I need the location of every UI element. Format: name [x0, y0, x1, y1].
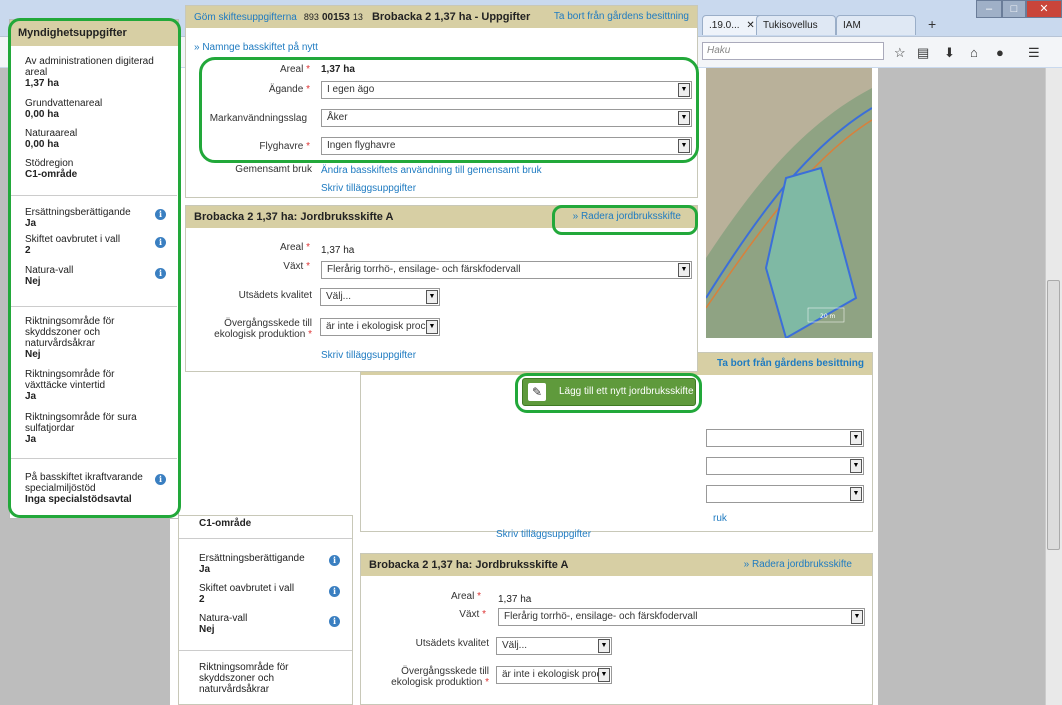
divider: [179, 538, 352, 539]
tab-label: .19.0...: [709, 20, 740, 31]
browser-tab[interactable]: Tukisovellus 1....: [756, 15, 836, 51]
map-scale-label: 20 m: [820, 313, 836, 320]
search-input[interactable]: Haku: [702, 42, 884, 60]
minimize-button[interactable]: –: [976, 0, 1002, 18]
map-image: 20 m: [706, 68, 872, 338]
highlight-fields: [199, 57, 699, 163]
farm-block-title: Brobacka 2 1,37 ha: Jordbruksskifte A: [194, 211, 394, 223]
transition-label: Övergångsskede till ekologisk produktion…: [214, 318, 312, 340]
back-select-3[interactable]: ▼: [706, 485, 864, 503]
sidebar-item: Ersättningsberättigande Ja: [199, 553, 305, 575]
farm-block-title: Brobacka 2 1,37 ha: Jordbruksskifte A: [369, 559, 569, 571]
crop-select[interactable]: Flerårig torrhö-, ensilage- och färskfod…: [498, 608, 865, 626]
close-window-button[interactable]: ✕: [1026, 0, 1062, 18]
common-use-label: Gemensamt bruk: [235, 164, 312, 175]
back-sidebar: C1-område Ersättningsberättigande Ja i Sk…: [178, 515, 353, 705]
areal-value: 1,37 ha: [321, 245, 355, 256]
areal-value: 1,37 ha: [498, 594, 532, 605]
vaxt-label: Växt *: [459, 609, 486, 620]
divider: [179, 650, 352, 651]
chevron-down-icon: ▼: [426, 290, 438, 304]
chevron-down-icon: ▼: [678, 263, 690, 277]
home-icon[interactable]: ⌂: [970, 45, 978, 60]
star-icon[interactable]: ☆: [894, 45, 906, 61]
transition-select[interactable]: är inte i ekologisk proc ▼: [320, 318, 440, 336]
highlight-add-button: [515, 373, 702, 413]
seed-quality-label: Utsädets kvalitet: [238, 290, 312, 301]
vaxt-label: Växt *: [283, 261, 310, 272]
info-icon[interactable]: i: [329, 555, 340, 566]
parcel-id-prefix: 893: [303, 12, 319, 22]
transition-select[interactable]: är inte i ekologisk proc ▼: [496, 666, 612, 684]
chevron-down-icon: ▼: [598, 639, 610, 653]
reading-list-icon[interactable]: ▤: [917, 45, 929, 61]
highlight-sidebar: [8, 18, 181, 518]
sidebar-item: Riktningsområde för skyddszoner och natu…: [199, 662, 289, 695]
rename-parcel-link[interactable]: » Namnge basskiftet på nytt: [194, 42, 318, 53]
crop-select[interactable]: Flerårig torrhö-, ensilage- och färskfod…: [321, 261, 692, 279]
map-view[interactable]: 20 m: [706, 68, 872, 338]
scrollbar-thumb[interactable]: [1047, 280, 1060, 550]
common-use-link-fragment[interactable]: ruk: [713, 513, 727, 524]
menu-icon[interactable]: ☰: [1028, 45, 1040, 61]
transition-label: Övergångsskede till ekologisk produktion…: [391, 666, 489, 688]
seed-quality-select[interactable]: Välj... ▼: [496, 637, 612, 655]
areal-label: Areal *: [450, 591, 481, 602]
back-select-1[interactable]: ▼: [706, 429, 864, 447]
seed-quality-label: Utsädets kvalitet: [415, 638, 489, 649]
page-margin-right: [878, 68, 1045, 705]
chat-icon[interactable]: ●: [996, 45, 1004, 60]
hide-tasks-link[interactable]: Göm skiftesuppgifterna: [194, 12, 297, 23]
chevron-down-icon: ▼: [598, 668, 610, 682]
browser-tab-active[interactable]: .19.0... ✕: [702, 15, 764, 35]
info-icon[interactable]: i: [329, 586, 340, 597]
back-farm-header: Brobacka 2 1,37 ha: Jordbruksskifte A » …: [361, 554, 872, 576]
back-farm-block: Brobacka 2 1,37 ha: Jordbruksskifte A » …: [360, 553, 873, 705]
back-region-value: C1-område: [199, 518, 252, 529]
chevron-down-icon: ▼: [850, 459, 862, 473]
chevron-down-icon: ▼: [850, 431, 862, 445]
highlight-delete-link: [552, 205, 698, 235]
common-use-link[interactable]: Ändra basskiftets användning till gemens…: [321, 165, 542, 176]
back-select-2[interactable]: ▼: [706, 457, 864, 475]
browser-tab[interactable]: IAM: [836, 15, 916, 35]
info-icon[interactable]: i: [329, 616, 340, 627]
tab-label: IAM: [843, 20, 861, 31]
extra-info-link[interactable]: Skriv tilläggsuppgifter: [321, 350, 416, 361]
panel-title: Brobacka 2 1,37 ha - Uppgifter: [371, 11, 531, 23]
remove-from-farm-link[interactable]: Ta bort från gårdens besittning: [554, 6, 689, 28]
remove-from-farm-link[interactable]: Ta bort från gårdens besittning: [717, 353, 864, 375]
new-tab-button[interactable]: +: [928, 16, 936, 32]
chevron-down-icon: ▼: [851, 610, 863, 624]
download-icon[interactable]: ⬇: [944, 45, 955, 61]
chevron-down-icon: ▼: [426, 320, 438, 334]
sidebar-item: Natura-vall Nej: [199, 613, 248, 635]
close-icon[interactable]: ✕: [746, 20, 754, 31]
parcel-id-suffix: 13: [352, 12, 363, 22]
extra-info-link[interactable]: Skriv tilläggsuppgifter: [496, 529, 591, 540]
delete-farm-link[interactable]: » Radera jordbruksskifte: [744, 554, 852, 576]
seed-quality-select[interactable]: Välj... ▼: [320, 288, 440, 306]
sidebar-item: Skiftet oavbrutet i vall 2: [199, 583, 295, 605]
areal-label: Areal *: [279, 242, 310, 253]
chevron-down-icon: ▼: [850, 487, 862, 501]
maximize-button[interactable]: □: [1002, 0, 1026, 18]
tasks-header: Göm skiftesuppgifterna 893 00153 13 Brob…: [186, 6, 697, 28]
extra-info-link[interactable]: Skriv tilläggsuppgifter: [321, 183, 416, 194]
parcel-id: 00153: [321, 12, 350, 23]
